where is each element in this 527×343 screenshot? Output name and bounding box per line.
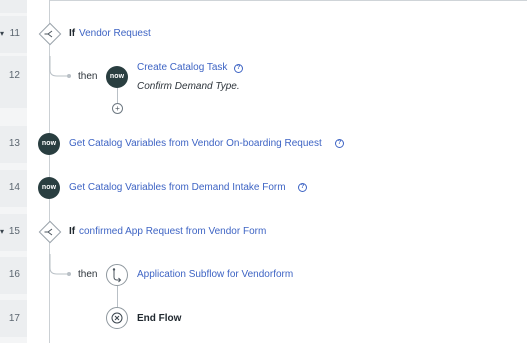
help-icon[interactable]: ?: [234, 64, 243, 73]
now-badge-icon: now: [38, 133, 60, 155]
now-badge-icon: now: [38, 177, 60, 199]
end-flow-icon: [106, 307, 128, 329]
action-link[interactable]: Create Catalog Task: [137, 62, 227, 74]
step-number: 17: [8, 313, 20, 324]
step-number: 12: [8, 70, 20, 81]
branch-condition-icon: [44, 30, 53, 38]
action-link[interactable]: Get Catalog Variables from Vendor On-boa…: [69, 138, 322, 150]
then-label: then: [78, 71, 98, 82]
step-number: 11: [9, 28, 20, 39]
flow-designer-canvas: ▾ 11 12 13 14 ▾ 15 16 17 If Vendor Reque…: [0, 0, 527, 343]
then-label: then: [78, 269, 98, 280]
branch-connector: [49, 56, 71, 78]
step-number: 16: [8, 269, 20, 280]
help-icon[interactable]: ?: [298, 183, 307, 192]
condition-link[interactable]: confirmed App Request from Vendor Form: [79, 226, 266, 238]
gutter-cell: [0, 56, 27, 108]
step-annotation: Confirm Demand Type.: [137, 81, 240, 92]
step-number: 15: [8, 226, 20, 237]
step-number: 14: [8, 182, 20, 193]
end-flow-label: End Flow: [137, 313, 182, 324]
branch-condition-icon: [44, 228, 53, 236]
gutter-cell: [0, 0, 27, 13]
step-number: 13: [8, 138, 20, 149]
subflow-icon: [106, 264, 128, 286]
add-step-button[interactable]: +: [112, 103, 123, 114]
help-icon[interactable]: ?: [335, 139, 344, 148]
now-badge-icon: now: [106, 66, 128, 88]
if-keyword: If: [69, 226, 76, 237]
if-keyword: If: [69, 28, 76, 39]
branch-connector: [117, 88, 118, 103]
action-link[interactable]: Get Catalog Variables from Demand Intake…: [69, 182, 286, 194]
branch-connector: [117, 286, 118, 307]
top-divider: [49, 0, 527, 1]
subflow-link[interactable]: Application Subflow for Vendorform: [137, 269, 293, 281]
branch-connector: [49, 254, 71, 276]
step-number-gutter: [0, 0, 27, 343]
condition-link[interactable]: Vendor Request: [79, 28, 151, 40]
